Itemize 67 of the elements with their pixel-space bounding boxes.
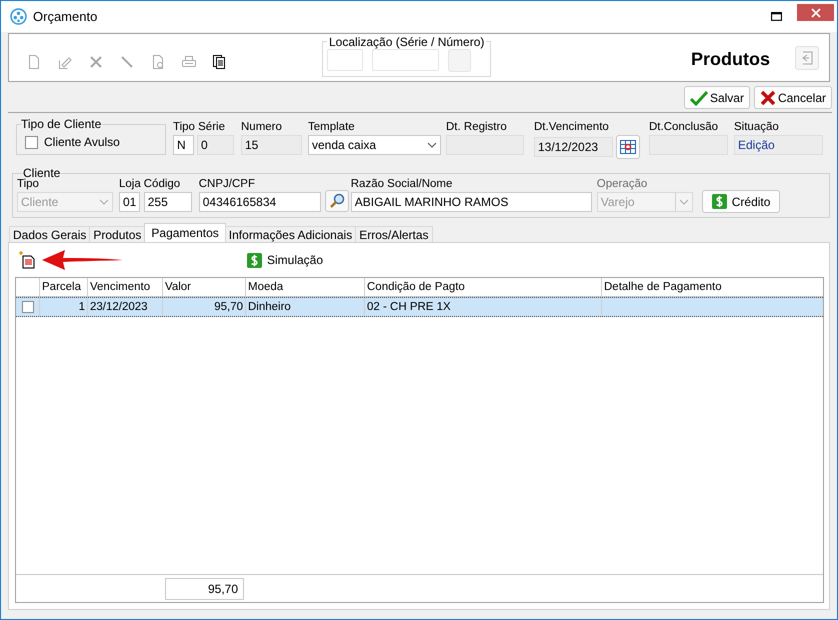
column-header[interactable]: Condição de Pagto — [365, 278, 602, 296]
close-button[interactable] — [797, 4, 834, 21]
store-field[interactable]: 01 — [119, 192, 140, 212]
tax-id-field[interactable]: 04346165834 — [198, 192, 321, 212]
cancel-button[interactable]: Cancelar — [754, 86, 832, 109]
close-icon — [810, 8, 820, 18]
dollar-icon — [247, 252, 262, 268]
location-label: Localização (Série / Número) — [328, 34, 486, 48]
exit-icon[interactable] — [795, 46, 819, 70]
window-title: Orçamento — [33, 9, 98, 24]
table-cell: 02 - CH PRE 1X — [365, 298, 602, 316]
module-title: Produtos — [691, 49, 770, 70]
caret-icon — [99, 199, 109, 205]
field-label: Loja — [119, 177, 141, 192]
field-label: Dt.Vencimento — [534, 120, 610, 135]
number-field[interactable]: 15 — [241, 135, 302, 155]
column-header[interactable]: Detalhe de Pagamento — [602, 278, 823, 296]
maximize-icon — [770, 12, 782, 21]
cross-icon — [760, 90, 776, 106]
code-field[interactable]: 255 — [144, 192, 192, 212]
field-label: Operação — [596, 177, 648, 192]
field-label: CNPJ/CPF — [198, 177, 256, 192]
field-label: Código — [144, 177, 182, 192]
series-number-field[interactable]: 0 — [197, 135, 234, 155]
column-header[interactable]: Moeda — [246, 278, 365, 296]
company-name-field[interactable]: ABIGAIL MARINHO RAMOS — [350, 192, 592, 212]
series-type-field[interactable]: N — [173, 135, 194, 155]
column-header[interactable]: Parcela — [40, 278, 88, 296]
new-document-icon[interactable] — [18, 251, 36, 269]
field-label: Tipo Série — [173, 120, 226, 135]
field-label: Numero — [241, 120, 283, 135]
field-label: Razão Social/Nome — [350, 177, 454, 192]
field-label: Template — [308, 120, 356, 135]
table-cell: 23/12/2023 — [88, 298, 163, 316]
tab[interactable]: Produtos — [89, 226, 146, 242]
client-label: Cliente — [23, 166, 60, 180]
table-cell: Dinheiro — [246, 298, 365, 316]
table-cell: 1 — [40, 298, 88, 316]
field-label: Situação — [734, 120, 780, 135]
due-date-field[interactable]: 13/12/2023 — [534, 137, 613, 157]
caret-icon — [678, 199, 689, 205]
field-label: Dt. Registro — [446, 120, 508, 135]
template-select[interactable]: venda caixa — [308, 135, 441, 155]
tab[interactable]: Erros/Alertas — [355, 226, 433, 242]
credit-button[interactable]: Crédito — [702, 190, 780, 213]
tab[interactable]: Informações Adicionais — [224, 226, 356, 242]
save-button[interactable]: Salvar — [684, 86, 750, 109]
tab[interactable]: Pagamentos — [144, 223, 226, 242]
column-header[interactable]: Valor — [163, 278, 246, 296]
checkmark-icon — [690, 90, 708, 106]
client-type-label: Tipo de Cliente — [21, 117, 102, 131]
calendar-button[interactable] — [616, 135, 640, 159]
field-label: Tipo — [17, 178, 40, 192]
table-cell: 95,70 — [163, 298, 246, 316]
caret-icon — [427, 142, 437, 148]
column-header[interactable]: Vencimento — [88, 278, 163, 296]
dollar-icon — [712, 194, 727, 209]
simulation-button[interactable]: Simulação — [247, 252, 324, 268]
tab[interactable]: Dados Gerais — [9, 226, 90, 242]
status-field: Edição — [734, 135, 823, 155]
checkbox[interactable] — [25, 136, 38, 148]
search-button[interactable] — [324, 190, 349, 212]
field-label: Dt.Conclusão — [649, 120, 720, 135]
app-icon — [10, 8, 27, 25]
checkbox-label: Cliente Avulso — [44, 135, 120, 149]
total-field: 95,70 — [165, 578, 244, 600]
checkbox[interactable] — [22, 301, 34, 313]
